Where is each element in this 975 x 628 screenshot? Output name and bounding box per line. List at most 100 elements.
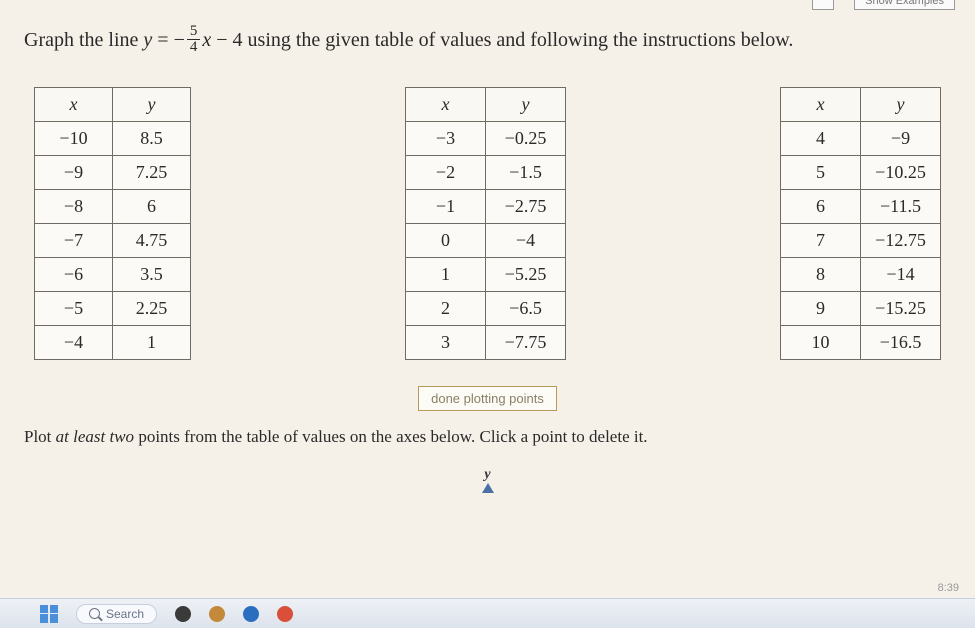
table-row: 4−9 bbox=[781, 122, 941, 156]
table-row: −108.5 bbox=[35, 122, 191, 156]
question-prompt: Graph the line y = −54x − 4 using the gi… bbox=[24, 26, 951, 57]
plot-instruction: Plot at least two points from the table … bbox=[24, 425, 951, 449]
table-row: −3−0.25 bbox=[406, 122, 566, 156]
var-x: x bbox=[202, 29, 211, 51]
cell-y: 4.75 bbox=[113, 224, 191, 258]
cell-y: −4 bbox=[486, 224, 566, 258]
neg-sign: − bbox=[174, 29, 185, 51]
table-row: 6−11.5 bbox=[781, 190, 941, 224]
cell-x: 7 bbox=[781, 224, 861, 258]
cell-y: −7.75 bbox=[486, 326, 566, 360]
cell-x: 5 bbox=[781, 156, 861, 190]
col-y: y bbox=[861, 88, 941, 122]
taskbar: Search bbox=[0, 598, 975, 628]
top-button-examples[interactable]: Show Examples bbox=[854, 0, 955, 10]
tbody-2: −3−0.25−2−1.5−1−2.750−41−5.252−6.53−7.75 bbox=[406, 122, 566, 360]
top-button-row: Show Examples bbox=[812, 0, 955, 10]
cell-y: −15.25 bbox=[861, 292, 941, 326]
cell-y: −0.25 bbox=[486, 122, 566, 156]
var-y: y bbox=[143, 29, 152, 51]
cell-y: −1.5 bbox=[486, 156, 566, 190]
table-row: 9−15.25 bbox=[781, 292, 941, 326]
cell-y: −9 bbox=[861, 122, 941, 156]
cell-x: −9 bbox=[35, 156, 113, 190]
value-table-2: x y −3−0.25−2−1.5−1−2.750−41−5.252−6.53−… bbox=[405, 87, 566, 360]
cell-y: −14 bbox=[861, 258, 941, 292]
value-table-1: x y −108.5−97.25−86−74.75−63.5−52.25−41 bbox=[34, 87, 191, 360]
cell-x: −2 bbox=[406, 156, 486, 190]
fraction-den: 4 bbox=[187, 40, 201, 55]
eq-sign: = bbox=[152, 29, 173, 51]
table-row: −86 bbox=[35, 190, 191, 224]
col-x: x bbox=[406, 88, 486, 122]
cell-x: 9 bbox=[781, 292, 861, 326]
table-row: 1−5.25 bbox=[406, 258, 566, 292]
table-row: 10−16.5 bbox=[781, 326, 941, 360]
instr-p2: points from the table of values on the a… bbox=[134, 427, 648, 446]
cell-y: −11.5 bbox=[861, 190, 941, 224]
table-row: −63.5 bbox=[35, 258, 191, 292]
cell-y: 6 bbox=[113, 190, 191, 224]
fraction: 54 bbox=[187, 24, 201, 55]
cell-x: 0 bbox=[406, 224, 486, 258]
table-row: −52.25 bbox=[35, 292, 191, 326]
cell-x: −10 bbox=[35, 122, 113, 156]
table-row: 3−7.75 bbox=[406, 326, 566, 360]
table-row: 7−12.75 bbox=[781, 224, 941, 258]
cell-y: 3.5 bbox=[113, 258, 191, 292]
cell-y: −16.5 bbox=[861, 326, 941, 360]
prompt-text-1: Graph the line bbox=[24, 29, 143, 51]
cell-x: −6 bbox=[35, 258, 113, 292]
table-row: −41 bbox=[35, 326, 191, 360]
cell-x: −5 bbox=[35, 292, 113, 326]
cell-y: −2.75 bbox=[486, 190, 566, 224]
done-row: done plotting points bbox=[24, 386, 951, 411]
cell-x: −8 bbox=[35, 190, 113, 224]
cell-x: 1 bbox=[406, 258, 486, 292]
table-row: −97.25 bbox=[35, 156, 191, 190]
cell-y: −6.5 bbox=[486, 292, 566, 326]
search-icon bbox=[89, 608, 100, 619]
search-label: Search bbox=[106, 607, 144, 621]
cell-y: 2.25 bbox=[113, 292, 191, 326]
cell-x: 8 bbox=[781, 258, 861, 292]
cell-x: 2 bbox=[406, 292, 486, 326]
cell-y: −5.25 bbox=[486, 258, 566, 292]
cell-y: 1 bbox=[113, 326, 191, 360]
tables-row: x y −108.5−97.25−86−74.75−63.5−52.25−41 … bbox=[24, 87, 951, 360]
table-row: 5−10.25 bbox=[781, 156, 941, 190]
taskbar-app-3-icon[interactable] bbox=[243, 606, 259, 622]
cell-x: −1 bbox=[406, 190, 486, 224]
col-y: y bbox=[486, 88, 566, 122]
cell-y: 7.25 bbox=[113, 156, 191, 190]
cell-y: 8.5 bbox=[113, 122, 191, 156]
axis-label-y: y bbox=[24, 467, 951, 483]
cell-y: −12.75 bbox=[861, 224, 941, 258]
cell-x: −7 bbox=[35, 224, 113, 258]
top-button-1[interactable] bbox=[812, 0, 834, 10]
tbody-1: −108.5−97.25−86−74.75−63.5−52.25−41 bbox=[35, 122, 191, 360]
table-row: −2−1.5 bbox=[406, 156, 566, 190]
table-row: 2−6.5 bbox=[406, 292, 566, 326]
page-number: 8:39 bbox=[938, 582, 959, 594]
instr-p1: Plot bbox=[24, 427, 56, 446]
col-x: x bbox=[35, 88, 113, 122]
cell-x: 4 bbox=[781, 122, 861, 156]
table-row: −1−2.75 bbox=[406, 190, 566, 224]
axis-arrow-icon bbox=[482, 483, 494, 493]
value-table-3: x y 4−95−10.256−11.57−12.758−149−15.2510… bbox=[780, 87, 941, 360]
cell-x: −3 bbox=[406, 122, 486, 156]
taskbar-app-1-icon[interactable] bbox=[175, 606, 191, 622]
cell-x: −4 bbox=[35, 326, 113, 360]
taskbar-app-2-icon[interactable] bbox=[209, 606, 225, 622]
done-plotting-button[interactable]: done plotting points bbox=[418, 386, 557, 411]
table-row: 0−4 bbox=[406, 224, 566, 258]
table-row: 8−14 bbox=[781, 258, 941, 292]
taskbar-search[interactable]: Search bbox=[76, 604, 157, 624]
windows-start-icon[interactable] bbox=[40, 605, 58, 623]
taskbar-app-4-icon[interactable] bbox=[277, 606, 293, 622]
instr-em: at least two bbox=[56, 427, 134, 446]
cell-x: 3 bbox=[406, 326, 486, 360]
cell-x: 10 bbox=[781, 326, 861, 360]
cell-x: 6 bbox=[781, 190, 861, 224]
